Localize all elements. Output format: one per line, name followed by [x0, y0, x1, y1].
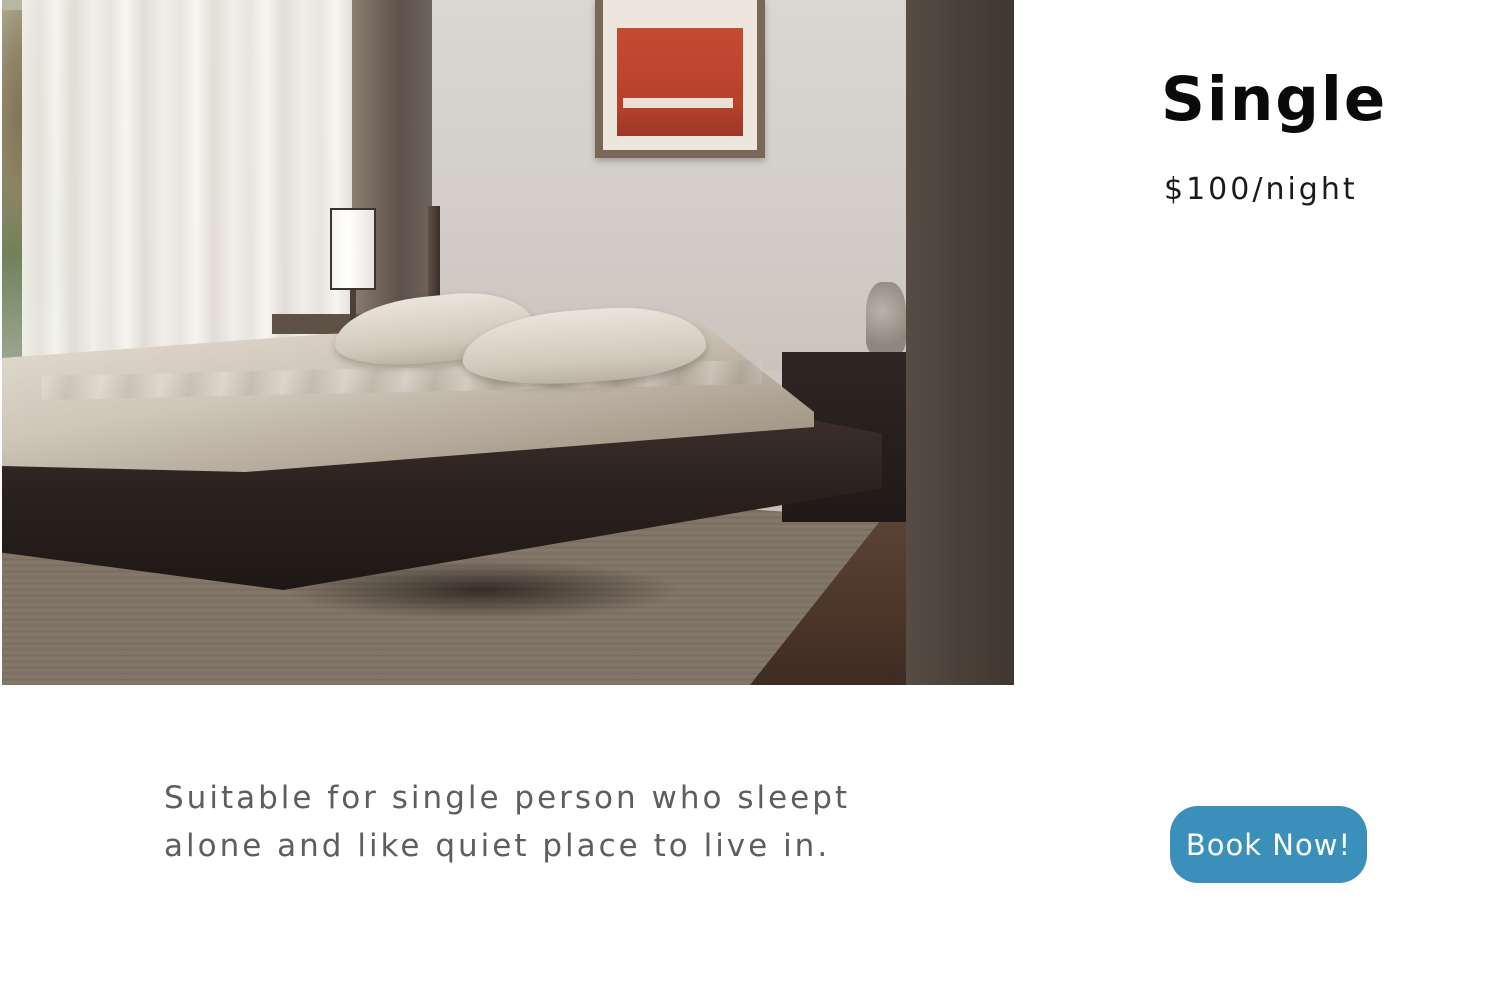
wall-art-canvas	[603, 0, 757, 150]
wall-art-stripe	[623, 98, 733, 108]
book-now-button[interactable]: Book Now!	[1170, 806, 1367, 883]
lamp-icon	[330, 208, 376, 290]
side-wall	[906, 0, 1014, 685]
vase	[866, 282, 906, 354]
wall-art-red-block	[617, 28, 743, 136]
room-card: Single $100/night Suitable for single pe…	[0, 0, 1507, 1005]
bedroom-photo	[2, 0, 1014, 685]
wall-art	[595, 0, 765, 158]
room-description: Suitable for single person who sleept al…	[164, 780, 851, 864]
lamp-stem	[350, 290, 356, 320]
room-price: $100/night	[1164, 172, 1358, 207]
room-title: Single	[1161, 64, 1388, 135]
lamp-post	[428, 206, 440, 296]
